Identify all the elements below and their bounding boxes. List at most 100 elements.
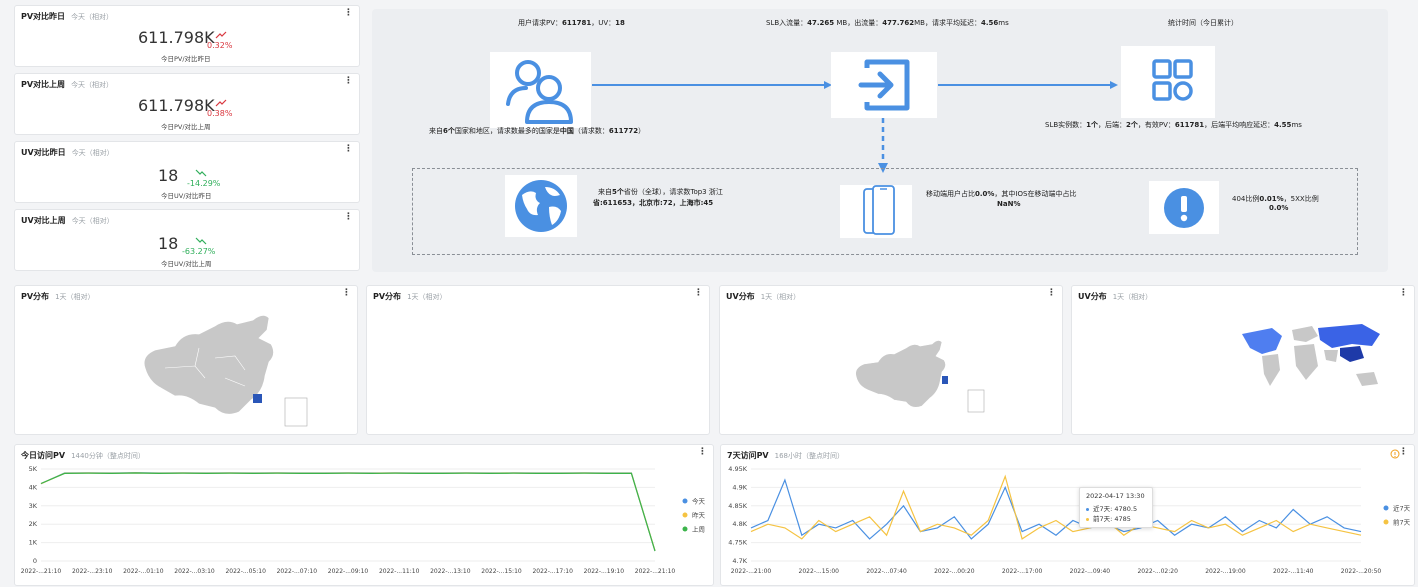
map-title: UV分布 1天（相对）: [1078, 292, 1153, 301]
slb-icon-box: [831, 52, 937, 118]
legend-marker: [1383, 519, 1389, 525]
y-tick-label: 4.95K: [728, 465, 747, 473]
alert-icon: [1164, 188, 1204, 228]
y-tick-label: 4.9K: [732, 483, 747, 491]
login-arrow-icon: [858, 59, 910, 111]
kpi-percent: 0.38%: [207, 109, 233, 118]
map-card-uv-china: UV分布 1天（相对） ⋮: [719, 285, 1063, 435]
kpi-title: UV对比昨日 今天（相对）: [21, 148, 114, 157]
kpi-subtitle: 今天（相对）: [71, 13, 114, 21]
traffic-flow-panel: 用户请求PV：611781，UV：18 SLB入流量：47.265 MB，出流量…: [372, 9, 1388, 272]
chart-tooltip: 2022-04-17 13:30 近7天: 4780.5 前7天: 4785: [1079, 487, 1153, 528]
x-tick-label: 2022-...13:10: [430, 568, 471, 575]
kpi-caption: 今日PV/对比昨日: [161, 55, 211, 63]
map-card-uv-world: UV分布 1天（相对） ⋮: [1071, 285, 1415, 435]
apps-grid-icon: [1152, 59, 1193, 101]
y-tick-label: 4K: [29, 483, 38, 491]
kpi-card-uv-vs-yesterday: UV对比昨日 今天（相对） ⋮ 18 -14.29% 今日UV/对比昨日: [14, 141, 360, 203]
legend-label: 上周: [692, 525, 705, 534]
kpi-subtitle: 今天（相对）: [71, 81, 114, 89]
x-tick-label: 2022-...00:20: [934, 568, 975, 575]
globe-icon: [515, 180, 567, 232]
today-pv-chart: 5K 4K 3K 2K 1K 0 2022-...21:10 2022-...23:10 202…: [21, 465, 706, 575]
backend-icon-box: [1121, 46, 1215, 118]
legend-label: 昨天: [692, 511, 706, 520]
users-icon-box: [490, 52, 591, 128]
legend-marker: [682, 498, 688, 504]
series-line: [750, 474, 1362, 540]
series-line: [40, 472, 656, 552]
kpi-percent: -14.29%: [187, 179, 221, 188]
x-tick-label: 2022-...11:40: [1273, 568, 1314, 575]
tooltip-row: 近7天: 4780.5: [1086, 503, 1146, 513]
chart-title: 今日访问PV 1440分钟（整点时间）: [21, 451, 145, 460]
chart-card-today-pv: 今日访问PV 1440分钟（整点时间） ⋮ 5K 4K 3K 2K 1K 0 2022-...…: [14, 444, 714, 586]
flow-arrow-down: [878, 118, 888, 173]
legend-label: 前7天: [1393, 518, 1411, 527]
stat-time-label: 统计时间（今日累计）: [1168, 19, 1238, 27]
kpi-caption: 今日PV/对比上周: [161, 123, 211, 131]
x-tick-label: 2022-...19:00: [1205, 568, 1246, 575]
kpi-subtitle: 今天（相对）: [71, 217, 114, 225]
card-menu-button[interactable]: ⋮: [344, 145, 353, 154]
x-tick-label: 2022-...09:10: [328, 568, 369, 575]
kpi-subtitle: 今天（相对）: [71, 149, 114, 157]
x-tick-label: 2022-...23:10: [72, 568, 113, 575]
kpi-value: 611.798K: [138, 96, 215, 115]
flow-arrow: [938, 81, 1118, 89]
province-summary-line2: 省:611653，北京市:72，上海市:45: [593, 199, 714, 207]
request-summary: 用户请求PV：611781，UV：18: [518, 19, 625, 27]
card-menu-button[interactable]: ⋮: [1399, 448, 1408, 457]
x-tick-label: 2022-...21:00: [731, 568, 772, 575]
x-tick-label: 2022-...11:10: [379, 568, 420, 575]
slb-traffic-summary: SLB入流量：47.265 MB，出流量：477.762MB，请求平均延迟：4.…: [766, 19, 1009, 27]
x-tick-label: 2022-...03:10: [174, 568, 215, 575]
country-summary: 来自6个国家和地区，请求数最多的国家是中国（请求数：611772）: [429, 127, 646, 135]
y-tick-label: 4.75K: [728, 539, 747, 547]
y-tick-label: 1K: [29, 539, 38, 547]
tooltip-row: 前7天: 4785: [1086, 513, 1146, 523]
china-map: [855, 340, 985, 413]
x-tick-label: 2022-...02:20: [1137, 568, 1178, 575]
mobile-summary-line1: 移动端用户占比0.0%，其中IOS在移动端中占比: [926, 190, 1077, 198]
flow-arrow: [592, 81, 832, 89]
x-tick-label: 2022-...17:00: [1002, 568, 1043, 575]
backend-summary: SLB实例数：1个，后端：2个，有效PV：611781，后端平均响应延迟：4.5…: [1045, 121, 1302, 129]
map-title: UV分布 1天（相对）: [726, 292, 801, 301]
y-tick-label: 2K: [29, 520, 38, 528]
alert-icon-box: [1149, 181, 1219, 234]
y-tick-label: 3K: [29, 502, 38, 510]
y-tick-label: 4.8K: [732, 520, 747, 528]
7day-pv-chart: 4.95K 4.9K 4.85K 4.8K 4.75K 4.7K 2022-...21:00…: [728, 465, 1411, 575]
trend-up-icon: [215, 31, 227, 39]
map-card-pv-world: PV分布 1天（相对） ⋮: [366, 285, 710, 435]
trend-down-icon: [195, 237, 207, 245]
card-menu-button[interactable]: ⋮: [344, 9, 353, 18]
map-title: PV分布 1天（相对）: [373, 292, 447, 301]
card-menu-button[interactable]: ⋮: [1047, 289, 1056, 298]
y-tick-label: 0: [33, 557, 37, 565]
y-tick-label: 5K: [29, 465, 38, 473]
card-menu-button[interactable]: ⋮: [342, 289, 351, 298]
card-menu-button[interactable]: ⋮: [698, 448, 707, 457]
card-menu-button[interactable]: ⋮: [694, 289, 703, 298]
x-tick-label: 2022-...15:10: [481, 568, 522, 575]
mobile-summary-line2: NaN%: [997, 200, 1021, 208]
kpi-value: 18: [158, 166, 179, 185]
kpi-caption: 今日UV/对比上周: [161, 260, 212, 268]
mobile-phone-icon: [863, 185, 895, 235]
kpi-title: PV对比上周 今天（相对）: [21, 80, 114, 89]
card-menu-button[interactable]: ⋮: [1399, 289, 1408, 298]
y-tick-label: 4.85K: [728, 502, 747, 510]
kpi-value: 611.798K: [138, 28, 215, 47]
trend-up-icon: [215, 99, 227, 107]
kpi-percent: 0.32%: [207, 41, 233, 50]
x-tick-label: 2022-...01:10: [123, 568, 164, 575]
legend-marker: [682, 526, 688, 532]
x-tick-label: 2022-...21:10: [635, 568, 676, 575]
card-menu-button[interactable]: ⋮: [344, 77, 353, 86]
legend-label: 今天: [692, 497, 706, 506]
card-menu-button[interactable]: ⋮: [344, 213, 353, 222]
legend-marker: [682, 512, 688, 518]
world-map: [1242, 324, 1380, 386]
